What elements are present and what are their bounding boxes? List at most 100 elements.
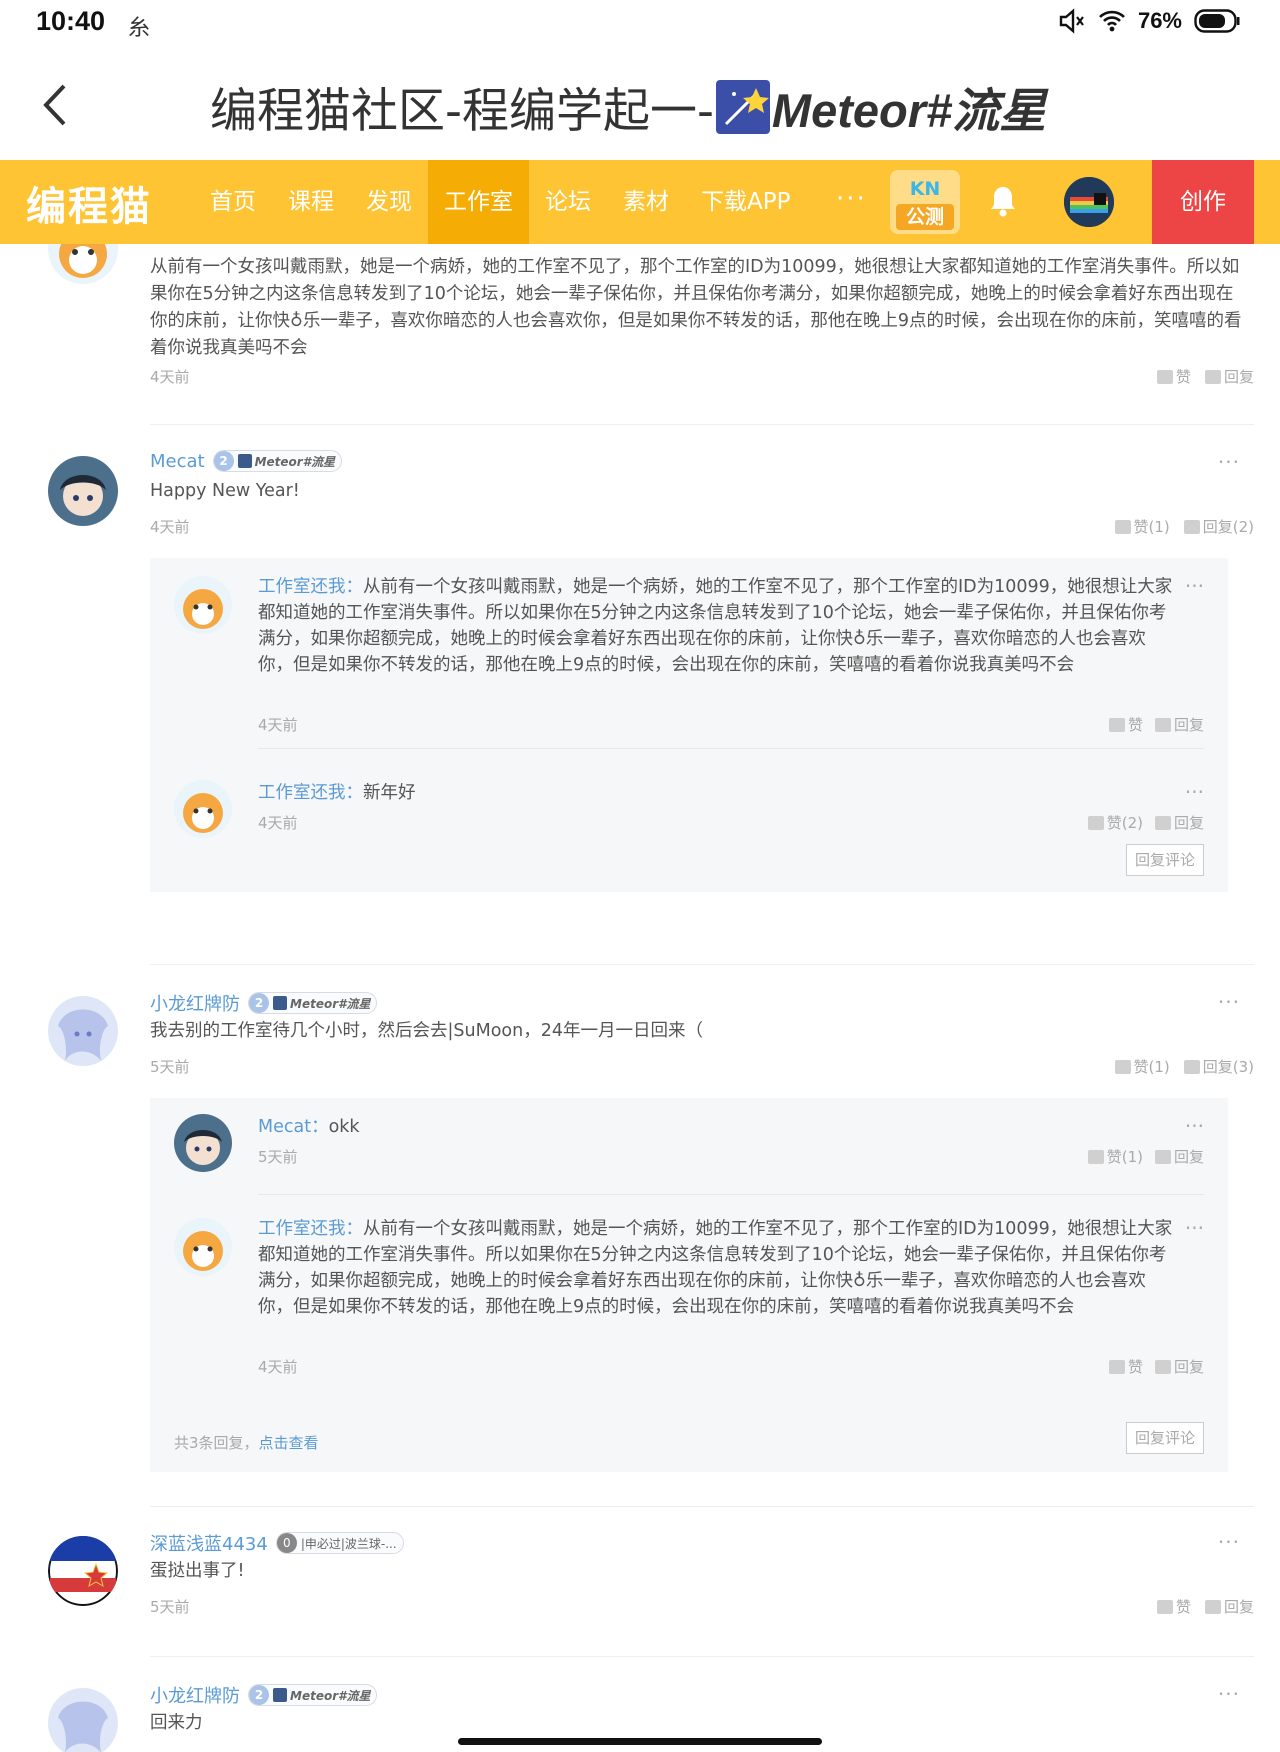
avatar[interactable] bbox=[48, 1536, 118, 1606]
avatar[interactable] bbox=[48, 456, 118, 526]
user-avatar[interactable] bbox=[1064, 177, 1114, 227]
view-all-replies-link[interactable]: 点击查看 bbox=[259, 1434, 319, 1452]
reply-content: okk bbox=[328, 1117, 360, 1137]
badge-label: Meteor#流星 bbox=[290, 1688, 371, 1703]
avatar[interactable] bbox=[48, 1688, 118, 1752]
avatar[interactable] bbox=[48, 996, 118, 1066]
comment-text: 我去别的工作室待几个小时，然后会去|SuMoon，24年一月一日回来（ bbox=[150, 1021, 703, 1041]
reply-button[interactable]: 回复 bbox=[1204, 1596, 1254, 1617]
more-options-button[interactable]: ··· bbox=[1218, 1530, 1240, 1554]
back-arrow-icon[interactable] bbox=[38, 82, 72, 128]
reply-button[interactable]: 回复 bbox=[1154, 1356, 1204, 1377]
nav-item-discover[interactable]: 发现 bbox=[350, 160, 428, 244]
comment-text: 蛋挞出事了! bbox=[150, 1561, 245, 1581]
divider bbox=[258, 1194, 1204, 1195]
avatar[interactable] bbox=[174, 1218, 232, 1276]
comment-author[interactable]: 小龙红牌防 2 Meteor#流星 bbox=[150, 1682, 378, 1708]
username[interactable]: 深蓝浅蓝4434 bbox=[150, 1530, 268, 1556]
shooting-star-icon bbox=[273, 1688, 287, 1702]
like-button[interactable]: 赞(1) bbox=[1087, 1146, 1143, 1167]
like-button[interactable]: 赞 bbox=[1156, 366, 1191, 387]
more-options-button[interactable]: ··· bbox=[1185, 1114, 1204, 1138]
logo[interactable]: 编程猫 bbox=[26, 174, 152, 232]
reply-button[interactable]: 回复 bbox=[1154, 812, 1204, 833]
reply-time: 4天前 bbox=[258, 1358, 298, 1376]
reply-button[interactable]: 回复 bbox=[1204, 366, 1254, 387]
username[interactable]: 小龙红牌防 bbox=[150, 990, 240, 1016]
reply-separator: ： bbox=[345, 1219, 364, 1239]
shooting-star-icon bbox=[715, 79, 770, 134]
more-options-button[interactable]: ··· bbox=[1218, 1682, 1240, 1706]
more-options-button[interactable]: ··· bbox=[1185, 574, 1204, 598]
more-options-button[interactable]: ··· bbox=[1218, 990, 1240, 1014]
battery-icon bbox=[1194, 9, 1240, 33]
avatar[interactable] bbox=[174, 576, 232, 634]
avatar[interactable] bbox=[174, 1114, 232, 1172]
reply-text: 工作室还我：新年好 bbox=[258, 780, 1178, 806]
nav-item-materials[interactable]: 素材 bbox=[607, 160, 685, 244]
reply-button[interactable]: 回复 bbox=[1154, 1146, 1204, 1167]
reply-comment-button[interactable]: 回复评论 bbox=[1126, 1422, 1204, 1454]
reply-item: 工作室还我：从前有一个女孩叫戴雨默，她是一个病娇，她的工作室不见了，那个工作室的… bbox=[150, 574, 1228, 744]
comment-icon bbox=[1154, 1149, 1171, 1164]
like-button[interactable]: 赞 bbox=[1108, 714, 1143, 735]
reply-button[interactable]: 回复 bbox=[1154, 714, 1204, 735]
status-bar: 10:40 ⽷ 76% bbox=[0, 0, 1280, 44]
comment-actions: 赞 回复 bbox=[1156, 366, 1254, 387]
comment-icon bbox=[1154, 815, 1171, 830]
home-indicator[interactable] bbox=[458, 1738, 822, 1745]
page-title-name: Meteor#流星 bbox=[771, 84, 1047, 137]
like-button[interactable]: 赞(1) bbox=[1114, 516, 1170, 537]
comment-item: 小龙红牌防 2 Meteor#流星 我去别的工作室待几个小时，然后会去|SuMoo… bbox=[26, 990, 1254, 1510]
studio-badge[interactable]: 2 Meteor#流星 bbox=[248, 992, 378, 1014]
divider bbox=[150, 1656, 1254, 1657]
reply-actions: 赞 回复 bbox=[1108, 1356, 1204, 1377]
bell-icon[interactable] bbox=[988, 184, 1018, 218]
more-options-button[interactable]: ··· bbox=[1185, 1216, 1204, 1240]
nav-item-download-app[interactable]: 下载APP bbox=[685, 160, 806, 244]
create-button[interactable]: 创作 bbox=[1152, 160, 1254, 244]
shooting-star-icon bbox=[273, 996, 287, 1010]
comment-item: 从前有一个女孩叫戴雨默，她是一个病娇，她的工作室不见了，那个工作室的ID为100… bbox=[26, 244, 1254, 394]
like-button[interactable]: 赞(2) bbox=[1087, 812, 1143, 833]
comment-author[interactable]: Mecat 2 Meteor#流星 bbox=[150, 450, 343, 472]
nav-item-courses[interactable]: 课程 bbox=[272, 160, 350, 244]
nav-item-studio[interactable]: 工作室 bbox=[428, 160, 529, 244]
reply-item: 工作室还我：新年好 ··· 4天前 赞(2) 回复 bbox=[150, 780, 1228, 840]
reply-author[interactable]: 工作室还我 bbox=[258, 577, 346, 597]
like-button[interactable]: 赞 bbox=[1156, 1596, 1191, 1617]
reply-author[interactable]: 工作室还我 bbox=[258, 783, 346, 803]
comment-text: Happy New Year! bbox=[150, 481, 300, 501]
clock: 10:40 bbox=[36, 6, 106, 36]
comment-author[interactable]: 深蓝浅蓝4434 0 |申必过|波兰球-... bbox=[150, 1530, 404, 1556]
studio-badge[interactable]: 2 Meteor#流星 bbox=[248, 1684, 378, 1706]
reply-comment-button[interactable]: 回复评论 bbox=[1126, 844, 1204, 876]
reply-button[interactable]: 回复(3) bbox=[1183, 1056, 1254, 1077]
nav-item-forum[interactable]: 论坛 bbox=[529, 160, 607, 244]
comment-author[interactable]: 小龙红牌防 2 Meteor#流星 bbox=[150, 990, 378, 1016]
reply-time: 4天前 bbox=[258, 716, 298, 734]
nav-more-button[interactable]: ··· bbox=[836, 184, 867, 214]
avatar[interactable] bbox=[174, 780, 232, 838]
like-button[interactable]: 赞(1) bbox=[1114, 1056, 1170, 1077]
divider bbox=[258, 748, 1204, 749]
more-options-button[interactable]: ··· bbox=[1218, 450, 1240, 474]
like-button[interactable]: 赞 bbox=[1108, 1356, 1143, 1377]
studio-badge[interactable]: 2 Meteor#流星 bbox=[212, 450, 343, 472]
kn-beta-button[interactable]: KN 公测 bbox=[890, 170, 960, 234]
nav-item-home[interactable]: 首页 bbox=[194, 160, 272, 244]
studio-badge[interactable]: 0 |申必过|波兰球-... bbox=[275, 1532, 404, 1554]
reply-author[interactable]: Mecat bbox=[258, 1117, 311, 1137]
more-options-button[interactable]: ··· bbox=[1185, 780, 1204, 804]
divider bbox=[150, 1506, 1254, 1507]
username[interactable]: 小龙红牌防 bbox=[150, 1682, 240, 1708]
comment-icon bbox=[1204, 369, 1221, 384]
username[interactable]: Mecat bbox=[150, 451, 205, 472]
thumb-up-icon bbox=[1087, 1149, 1104, 1164]
reply-item: Mecat：okk ··· 5天前 赞(1) 回复 bbox=[150, 1114, 1228, 1174]
reply-content: 新年好 bbox=[363, 783, 416, 803]
avatar[interactable] bbox=[48, 244, 118, 284]
reply-author[interactable]: 工作室还我 bbox=[258, 1219, 346, 1239]
thumb-up-icon bbox=[1087, 815, 1104, 830]
reply-button[interactable]: 回复(2) bbox=[1183, 516, 1254, 537]
